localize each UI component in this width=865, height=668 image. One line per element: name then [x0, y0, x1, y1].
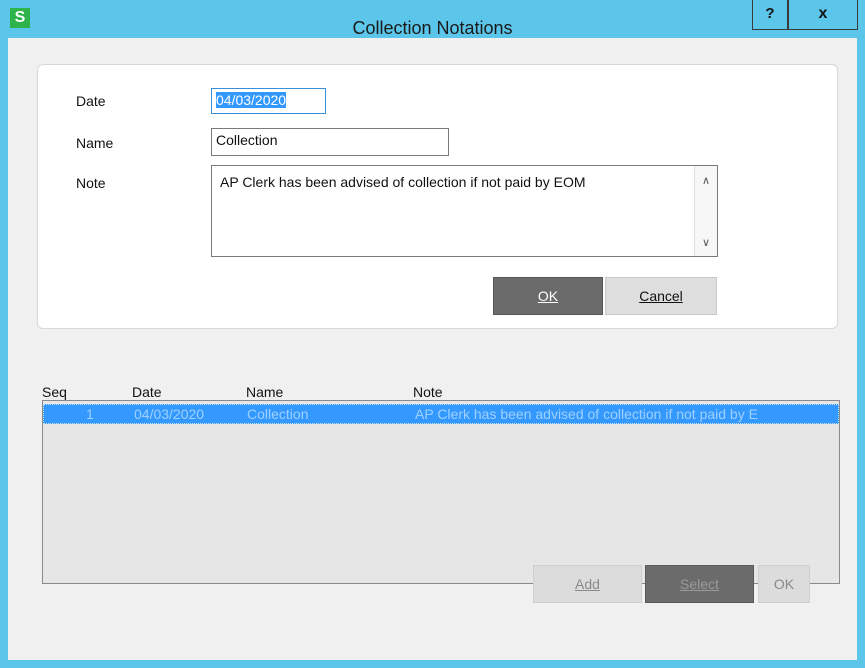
ok-button[interactable]: OK: [493, 277, 603, 315]
window-title: Collection Notations: [352, 18, 513, 38]
row-seq: 1: [86, 406, 94, 422]
cancel-button-label: Cancel: [639, 288, 683, 304]
row-name: Collection: [247, 406, 309, 422]
note-field[interactable]: AP Clerk has been advised of collection …: [211, 165, 718, 257]
select-button[interactable]: Select: [645, 565, 754, 603]
list-ok-button[interactable]: OK: [758, 565, 810, 603]
close-button[interactable]: x: [788, 0, 858, 30]
name-label: Name: [76, 135, 114, 151]
help-button[interactable]: ?: [752, 0, 788, 30]
collection-notations-window: S Collection Notations ? x Date 04/03/20…: [0, 0, 865, 668]
note-scrollbar[interactable]: ∧ ∨: [694, 166, 717, 256]
notations-list[interactable]: 1 04/03/2020 Collection AP Clerk has bee…: [42, 400, 840, 584]
chevron-up-icon[interactable]: ∧: [695, 170, 717, 192]
dialog-body: Date 04/03/2020 Name Collection Note AP …: [8, 38, 857, 660]
add-button-label: Add: [575, 576, 600, 592]
select-button-label: Select: [680, 576, 719, 592]
column-header-seq[interactable]: Seq: [42, 384, 67, 400]
date-field[interactable]: 04/03/2020: [211, 88, 326, 114]
chevron-down-icon[interactable]: ∨: [695, 232, 717, 254]
date-label: Date: [76, 93, 106, 109]
date-value: 04/03/2020: [216, 92, 287, 108]
row-date: 04/03/2020: [134, 406, 205, 422]
column-header-date[interactable]: Date: [132, 384, 162, 400]
note-value: AP Clerk has been advised of collection …: [220, 174, 586, 190]
note-label: Note: [76, 175, 106, 191]
ok-button-label: OK: [537, 288, 559, 304]
cancel-button[interactable]: Cancel: [605, 277, 717, 315]
add-button[interactable]: Add: [533, 565, 642, 603]
name-field[interactable]: Collection: [211, 128, 449, 156]
column-header-name[interactable]: Name: [246, 384, 283, 400]
entry-group: Date 04/03/2020 Name Collection Note AP …: [37, 64, 838, 329]
table-row[interactable]: 1 04/03/2020 Collection AP Clerk has bee…: [43, 404, 839, 424]
row-note: AP Clerk has been advised of collection …: [415, 406, 758, 422]
column-header-note[interactable]: Note: [413, 384, 443, 400]
